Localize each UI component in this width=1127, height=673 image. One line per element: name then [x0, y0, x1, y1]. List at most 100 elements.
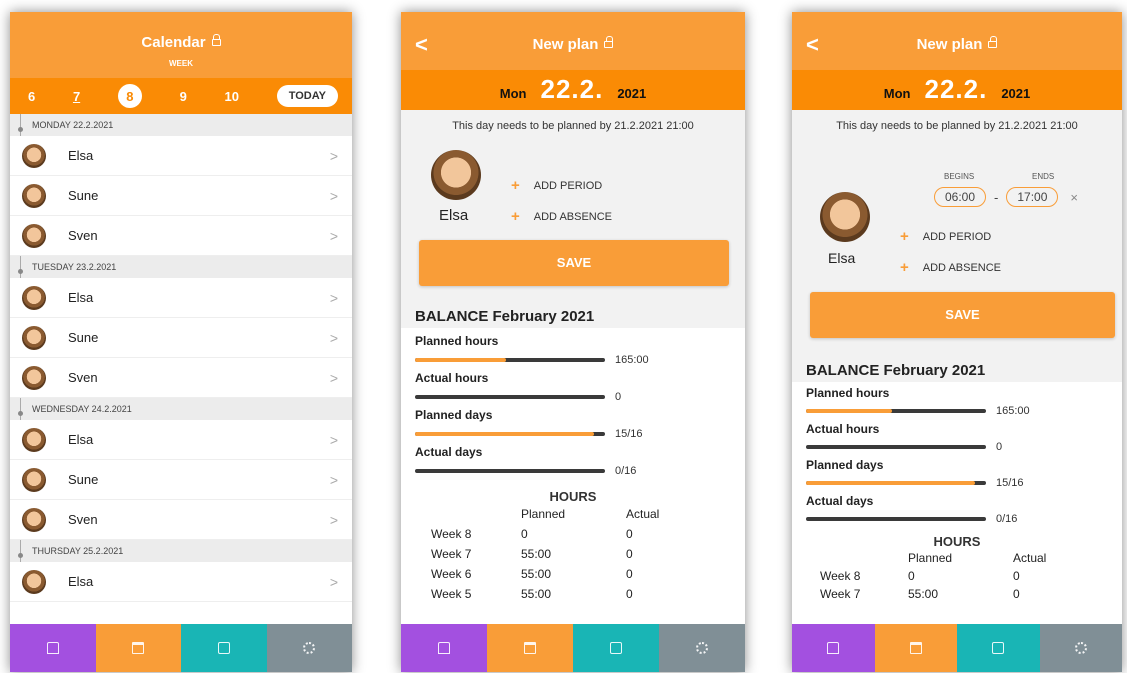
- plan-form: This day needs to be planned by 21.2.202…: [792, 110, 1122, 360]
- chevron-right-icon: >: [329, 147, 338, 164]
- chevron-right-icon: >: [329, 573, 338, 590]
- table-header: Planned Actual: [908, 551, 1047, 565]
- bottom-nav: [792, 624, 1122, 672]
- balance-section: Planned hours 165:00 Actual hours 0 Plan…: [792, 382, 1122, 603]
- balance-row: Planned hours 165:00: [415, 334, 731, 371]
- table-row: Week 800: [820, 569, 1020, 583]
- back-button[interactable]: <: [806, 34, 819, 56]
- avatar: [22, 285, 46, 310]
- table-header: Planned Actual: [521, 507, 660, 521]
- avatar: [22, 427, 46, 452]
- calendar-header: Calendar WEEK: [10, 12, 352, 78]
- nav-calendar-button[interactable]: [487, 624, 573, 672]
- nav-chat-button[interactable]: [181, 624, 267, 672]
- home-icon: [438, 642, 450, 654]
- plan-header: < New plan: [401, 12, 745, 70]
- balance-row: Planned days 15/16: [415, 408, 731, 445]
- today-button[interactable]: TODAY: [276, 85, 338, 107]
- avatar: [22, 325, 46, 350]
- list-item[interactable]: Sven >: [10, 500, 352, 540]
- balance-row: Actual days 0/16: [806, 494, 1108, 534]
- nav-settings-button[interactable]: [1039, 624, 1122, 672]
- nav-home-button[interactable]: [10, 624, 96, 672]
- person-name: Sune: [68, 472, 99, 487]
- balance-value: 165:00: [996, 405, 1030, 417]
- nav-settings-button[interactable]: [659, 624, 745, 672]
- add-period-button[interactable]: + ADD PERIOD: [511, 177, 602, 194]
- new-plan-period-screen: < New plan Mon 22.2. 2021 This day needs…: [792, 12, 1122, 672]
- nav-home-button[interactable]: [792, 624, 875, 672]
- list-item[interactable]: Sune >: [10, 460, 352, 500]
- avatar: [22, 143, 46, 168]
- day-header: THURSDAY 25.2.2021: [10, 540, 352, 562]
- calendar-screen: Calendar WEEK 6 7 8 9 10 TODAY MONDAY 22…: [10, 12, 352, 672]
- list-item[interactable]: Sven >: [10, 358, 352, 398]
- balance-title: BALANCE February 2021: [806, 362, 986, 379]
- list-item[interactable]: Elsa >: [10, 136, 352, 176]
- nav-calendar-button[interactable]: [874, 624, 957, 672]
- person-name: Sven: [68, 512, 98, 527]
- end-time-input[interactable]: 17:00: [1006, 187, 1059, 207]
- back-button[interactable]: <: [415, 34, 428, 56]
- person-name: Elsa: [68, 290, 94, 305]
- weekday: Mon: [883, 86, 911, 101]
- list-item[interactable]: Elsa >: [10, 420, 352, 460]
- begins-label: BEGINS: [944, 172, 975, 181]
- add-absence-button[interactable]: + ADD ABSENCE: [511, 208, 612, 225]
- home-icon: [827, 642, 840, 654]
- balance-row: Planned days 15/16: [806, 458, 1108, 494]
- balance-label: Planned days: [806, 458, 884, 472]
- remove-period-icon[interactable]: ×: [1070, 190, 1078, 205]
- list-item[interactable]: Sune >: [10, 318, 352, 358]
- calendar-icon: [524, 642, 536, 654]
- day-header: TUESDAY 23.2.2021: [10, 256, 352, 278]
- week-7-button[interactable]: 7: [73, 89, 80, 104]
- week-selector: 6 7 8 9 10 TODAY: [10, 78, 352, 114]
- nav-chat-button[interactable]: [573, 624, 659, 672]
- new-plan-screen: < New plan Mon 22.2. 2021 This day needs…: [401, 12, 745, 672]
- list-item[interactable]: Elsa >: [10, 562, 352, 602]
- add-period-button[interactable]: + ADD PERIOD: [900, 228, 991, 245]
- hours-table: Planned Actual Week 800 Week 7 55:00 0: [820, 549, 1046, 603]
- progress-bar: [415, 358, 605, 362]
- deadline-note: This day needs to be planned by 21.2.202…: [401, 110, 745, 132]
- avatar: [22, 569, 46, 594]
- nav-calendar-button[interactable]: [95, 624, 181, 672]
- nav-home-button[interactable]: [401, 624, 487, 672]
- plan-form: This day needs to be planned by 21.2.202…: [401, 110, 745, 306]
- date-bar: Mon 22.2. 2021: [792, 70, 1122, 110]
- save-button[interactable]: SAVE: [810, 292, 1115, 338]
- plan-header: < New plan: [792, 12, 1122, 70]
- save-button[interactable]: SAVE: [419, 240, 729, 286]
- list-item[interactable]: Elsa >: [10, 278, 352, 318]
- balance-row: Actual hours 0: [415, 371, 731, 408]
- week-6-button[interactable]: 6: [28, 89, 35, 104]
- person-name: Sune: [68, 188, 99, 203]
- plus-icon: +: [900, 259, 909, 276]
- balance-label: Actual days: [415, 445, 483, 459]
- week-9-button[interactable]: 9: [180, 89, 187, 104]
- nav-settings-button[interactable]: [266, 624, 352, 672]
- progress-bar: [806, 517, 986, 521]
- plan-year: 2021: [1001, 86, 1031, 101]
- person-name: Sune: [68, 330, 99, 345]
- nav-chat-button[interactable]: [957, 624, 1040, 672]
- balance-value: 15/16: [615, 428, 643, 440]
- plan-date: 22.2.: [924, 74, 988, 104]
- chat-icon: [992, 642, 1005, 654]
- table-row: Week 800: [431, 527, 633, 541]
- add-absence-button[interactable]: + ADD ABSENCE: [900, 259, 1001, 276]
- settings-icon: [303, 642, 316, 654]
- chevron-right-icon: >: [329, 369, 338, 386]
- person-name: Elsa: [68, 574, 94, 589]
- begin-time-input[interactable]: 06:00: [934, 187, 987, 207]
- balance-row: Actual hours 0: [806, 422, 1108, 458]
- week-8-button[interactable]: 8: [117, 84, 142, 108]
- plan-year: 2021: [617, 86, 647, 101]
- list-item[interactable]: Sven >: [10, 216, 352, 256]
- avatar: [22, 365, 46, 390]
- balance-value: 0: [615, 391, 622, 403]
- list-item[interactable]: Sune >: [10, 176, 352, 216]
- week-10-button[interactable]: 10: [225, 89, 239, 104]
- chat-icon: [610, 642, 622, 654]
